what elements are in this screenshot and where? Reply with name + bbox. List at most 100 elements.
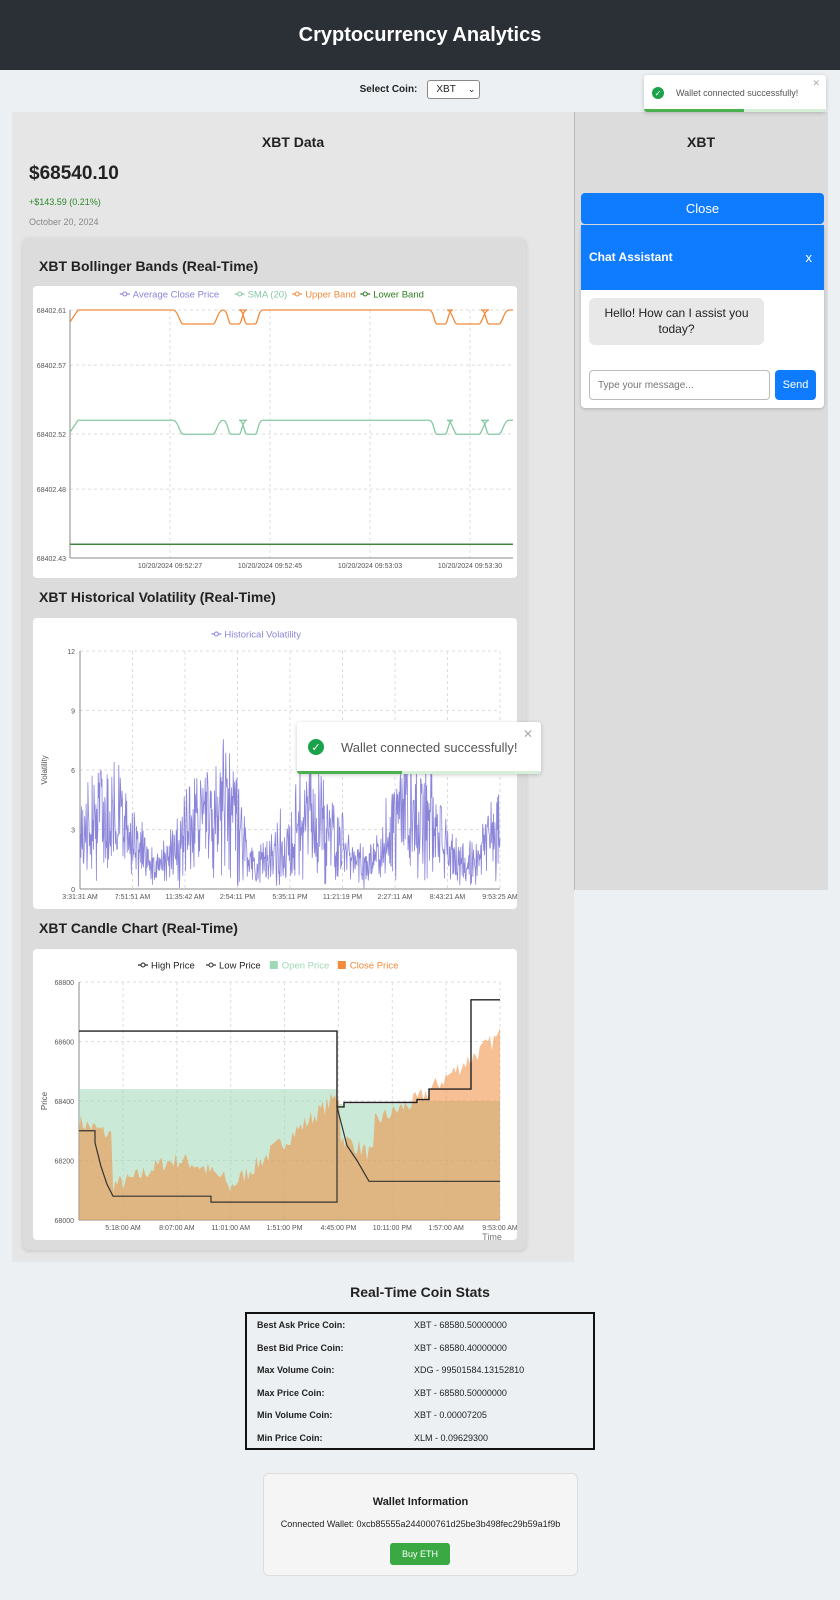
- x-tick-label: 2:54:11 PM: [220, 894, 255, 901]
- x-tick-label: 5:18:00 AM: [105, 1225, 141, 1232]
- legend-swatch: [269, 961, 278, 969]
- x-tick-label: 10/20/2024 09:53:30: [438, 563, 502, 570]
- x-tick-label: 11:35:42 AM: [166, 894, 205, 901]
- x-tick-label: 9:53:00 AM: [482, 1225, 517, 1232]
- wallet-address: Connected Wallet: 0xcb85555a244000761d25…: [280, 1519, 561, 1529]
- candle-chart: High Price Low Price Open Price Close Price…: [33, 949, 517, 1240]
- legend-label: SMA (20): [248, 290, 288, 301]
- legend-marker: [213, 631, 219, 637]
- volatility-chart-title: XBT Historical Volatility (Real-Time): [39, 589, 276, 605]
- stats-value: XDG - 99501584.13152810: [414, 1365, 525, 1375]
- x-tick-label: 10/20/2024 09:52:45: [238, 563, 302, 570]
- bollinger-chart-title: XBT Bollinger Bands (Real-Time): [39, 258, 259, 274]
- toast-notification-small: ✓ Wallet connected successfully! ✕: [644, 75, 826, 112]
- y-tick-label: 0: [71, 887, 75, 894]
- y-tick-label: 68402.48: [37, 487, 66, 494]
- price-date: October 20, 2024: [29, 217, 99, 227]
- legend-swatch: [337, 961, 346, 969]
- chat-message-input[interactable]: [589, 370, 770, 400]
- stats-value: XBT - 68580.50000000: [414, 1387, 507, 1398]
- check-circle-icon: ✓: [652, 87, 664, 99]
- legend-label: Lower Band: [373, 290, 424, 301]
- stats-key: Max Volume Coin:: [257, 1365, 335, 1375]
- y-axis-label: Price: [40, 1091, 49, 1110]
- x-tick-label: 9:53:25 AM: [482, 894, 517, 901]
- chevron-down-icon: ⌄: [467, 84, 476, 94]
- stats-key: Min Price Coin:: [257, 1432, 323, 1443]
- stats-table: Best Ask Price Coin: XBT - 68580.50000000…: [245, 1312, 595, 1450]
- x-tick-label: 3:31:31 AM: [62, 894, 98, 901]
- toast-close-icon[interactable]: ✕: [812, 78, 820, 89]
- price-change: +$143.59 (0.21%): [29, 197, 101, 207]
- candle-chart-svg: High Price Low Price Open Price Close Price…: [40, 961, 517, 1241]
- toast-notification: ✓ Wallet connected successfully! ✕: [297, 722, 541, 774]
- x-tick-label: 1:51:00 PM: [267, 1225, 303, 1232]
- y-tick-label: 12: [67, 649, 75, 656]
- stats-key: Best Ask Price Coin:: [257, 1320, 346, 1330]
- wallet-title: Wallet Information: [372, 1496, 469, 1508]
- legend-label: Historical Volatility: [224, 630, 301, 641]
- legend-marker: [122, 291, 128, 297]
- legend-label: Close Price: [350, 961, 399, 972]
- legend-label: Average Close Price: [133, 290, 219, 301]
- stats-value: XBT - 0.00007205: [414, 1410, 487, 1420]
- legend-label: Open Price: [282, 961, 330, 972]
- toast-message: Wallet connected successfully!: [341, 740, 518, 755]
- y-tick-label: 68200: [55, 1159, 75, 1166]
- stats-value: XBT - 68580.50000000: [414, 1320, 507, 1330]
- y-tick-label: 68000: [55, 1218, 75, 1225]
- y-tick-label: 68402.61: [37, 308, 66, 315]
- stats-value: XLM - 0.09629300: [414, 1432, 489, 1443]
- y-tick-label: 68800: [55, 980, 75, 987]
- app-header: Cryptocurrency Analytics: [0, 0, 840, 70]
- upper-band-line: [69, 309, 513, 325]
- chat-title: Chat Assistant: [589, 250, 673, 264]
- close-button[interactable]: Close: [581, 193, 824, 224]
- y-axis-label: Volatility: [40, 755, 49, 784]
- x-tick-label: 7:51:51 AM: [115, 894, 151, 901]
- x-tick-label: 11:01:00 AM: [211, 1225, 250, 1232]
- stats-key: Best Bid Price Coin:: [257, 1342, 344, 1353]
- y-tick-label: 68400: [55, 1099, 75, 1106]
- chat-header: Chat Assistant x: [581, 225, 824, 290]
- coin-select[interactable]: XBT ⌄: [427, 80, 481, 99]
- buy-eth-button[interactable]: Buy ETH: [390, 1543, 450, 1565]
- y-tick-label: 68402.57: [37, 363, 66, 370]
- x-tick-label: 10:11:00 PM: [373, 1225, 412, 1232]
- side-panel-coin: XBT: [687, 134, 715, 150]
- coin-select-value: XBT: [436, 84, 456, 95]
- current-price: $68540.10: [29, 163, 119, 184]
- x-tick-label: 2:27:11 AM: [378, 894, 413, 901]
- legend-marker: [362, 291, 368, 297]
- legend-label: High Price: [151, 961, 195, 972]
- coin-select-label: Select Coin:: [359, 84, 418, 95]
- x-tick-label: 10/20/2024 09:52:27: [138, 563, 202, 570]
- legend-marker: [208, 962, 214, 968]
- chat-close-button[interactable]: x: [806, 250, 813, 265]
- toast-progress-bar: [297, 771, 402, 774]
- stats-key: Max Price Coin:: [257, 1387, 325, 1398]
- x-axis-label: Time: [482, 1232, 502, 1240]
- stats-title: Real-Time Coin Stats: [350, 1284, 490, 1300]
- y-tick-label: 68402.52: [37, 432, 66, 439]
- x-tick-label: 4:45:00 PM: [321, 1225, 357, 1232]
- x-tick-label: 10/20/2024 09:53:03: [338, 563, 402, 570]
- app-title: Cryptocurrency Analytics: [298, 23, 542, 46]
- bollinger-chart-svg: Average Close Price SMA (20) Upper Band Low…: [37, 290, 513, 570]
- chat-message: Hello! How can I assist you today?: [589, 298, 764, 345]
- coin-data-title: XBT Data: [261, 134, 325, 150]
- x-tick-label: 1:57:00 AM: [428, 1225, 464, 1232]
- legend-marker: [140, 962, 146, 968]
- sma-line: [69, 419, 513, 435]
- check-circle-icon: ✓: [308, 739, 324, 755]
- y-tick-label: 68402.43: [37, 556, 66, 563]
- candle-chart-title: XBT Candle Chart (Real-Time): [39, 920, 238, 936]
- x-tick-label: 5:35:11 PM: [272, 894, 307, 901]
- x-tick-label: 8:07:00 AM: [159, 1225, 195, 1232]
- y-tick-label: 9: [71, 709, 75, 716]
- stats-value: XBT - 68580.40000000: [414, 1342, 507, 1353]
- toast-progress-bar: [644, 109, 745, 112]
- send-button[interactable]: Send: [775, 370, 816, 400]
- y-tick-label: 3: [71, 828, 75, 835]
- toast-close-icon[interactable]: ✕: [523, 727, 533, 741]
